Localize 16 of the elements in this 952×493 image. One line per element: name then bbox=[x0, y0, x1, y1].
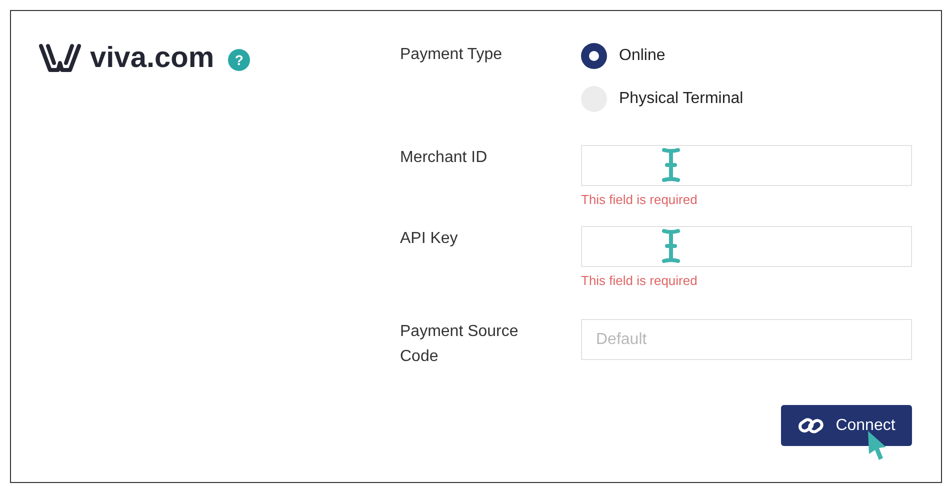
pointer-cursor-icon bbox=[866, 429, 888, 461]
field-label: Merchant ID bbox=[400, 148, 488, 168]
field-label: Payment Source Code bbox=[400, 322, 520, 367]
radio-button[interactable] bbox=[581, 43, 607, 69]
radio-label: Physical Terminal bbox=[619, 89, 744, 109]
radio-label: Online bbox=[619, 46, 666, 66]
connect-button[interactable]: Connect bbox=[781, 405, 912, 446]
text-field[interactable] bbox=[581, 145, 912, 186]
error-message: This field is required bbox=[581, 273, 698, 289]
logo-icon bbox=[38, 43, 82, 73]
field-label: API Key bbox=[400, 229, 459, 249]
logo-text: viva.com bbox=[90, 44, 214, 72]
text-field[interactable]: Default bbox=[581, 319, 912, 360]
text-field[interactable] bbox=[581, 226, 912, 267]
field-label: Payment Type bbox=[400, 45, 503, 65]
error-message: This field is required bbox=[581, 192, 698, 208]
